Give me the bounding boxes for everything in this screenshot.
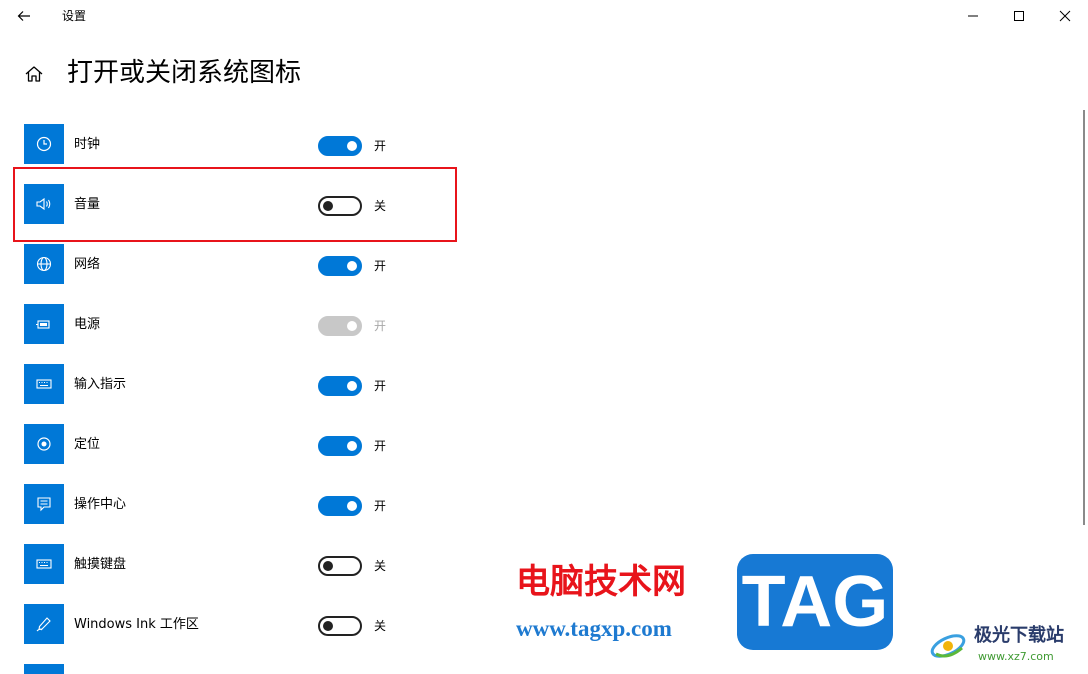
watermark-site-url: www.tagxp.com — [516, 616, 672, 641]
setting-label: 触摸键盘 — [74, 557, 127, 572]
setting-label: 定位 — [74, 437, 101, 452]
toggle-state-text: 开 — [374, 379, 387, 393]
home-button[interactable] — [22, 62, 46, 86]
toggle-knob — [323, 621, 333, 631]
maximize-icon — [1014, 11, 1024, 21]
keyboard-icon — [24, 364, 64, 404]
toggle-knob — [323, 561, 333, 571]
toggle-knob — [347, 141, 357, 151]
arrow-left-icon — [17, 11, 30, 21]
windows-ink-toggle[interactable] — [318, 616, 362, 636]
partial-setting-tile — [24, 664, 64, 674]
close-button[interactable] — [1042, 0, 1088, 32]
watermark-site-name: 电脑技术网 — [516, 562, 686, 602]
page-title: 打开或关闭系统图标 — [67, 58, 302, 88]
home-icon — [25, 66, 43, 82]
toggle-state-text: 开 — [374, 439, 387, 453]
minimize-button[interactable] — [950, 0, 996, 32]
keyboard-icon — [24, 544, 64, 584]
action-center-icon — [24, 484, 64, 524]
toggle-knob — [347, 321, 357, 331]
toggle-state-text: 开 — [374, 139, 387, 153]
power-toggle[interactable] — [318, 316, 362, 336]
watermark-tag-logo: TAG — [737, 554, 893, 650]
setting-label: 电源 — [74, 317, 101, 332]
setting-row-location: 定位 开 — [0, 416, 460, 476]
brand-watermark: 极光下载站 www.xz7.com — [926, 620, 1086, 672]
setting-label: Windows Ink 工作区 — [74, 617, 199, 632]
globe-icon — [24, 244, 64, 284]
action-center-toggle[interactable] — [318, 496, 362, 516]
toggle-knob — [347, 441, 357, 451]
battery-icon — [24, 304, 64, 344]
setting-row-touch-keyboard: 触摸键盘 关 — [0, 536, 460, 596]
toggle-state-text: 开 — [374, 499, 387, 513]
brand-name: 极光下载站 — [974, 625, 1064, 646]
toggle-state-text: 关 — [374, 619, 387, 633]
toggle-state-text: 开 — [374, 319, 387, 333]
location-toggle[interactable] — [318, 436, 362, 456]
setting-label: 时钟 — [74, 137, 101, 152]
touch-keyboard-toggle[interactable] — [318, 556, 362, 576]
maximize-button[interactable] — [996, 0, 1042, 32]
clock-toggle[interactable] — [318, 136, 362, 156]
scrollbar[interactable] — [1083, 110, 1085, 525]
toggle-knob — [347, 381, 357, 391]
setting-row-windows-ink: Windows Ink 工作区 关 — [0, 596, 460, 656]
toggle-knob — [347, 501, 357, 511]
close-icon — [1059, 10, 1071, 22]
minimize-icon — [968, 15, 978, 17]
title-bar: 设置 — [0, 0, 1088, 32]
network-toggle[interactable] — [318, 256, 362, 276]
back-button[interactable] — [10, 4, 38, 28]
toggle-knob — [347, 261, 357, 271]
aurora-logo-icon — [930, 634, 966, 658]
setting-label: 操作中心 — [74, 497, 127, 512]
setting-label: 网络 — [74, 257, 101, 272]
toggle-state-text: 开 — [374, 259, 387, 273]
setting-row-network: 网络 开 — [0, 236, 460, 296]
clock-icon — [24, 124, 64, 164]
setting-row-power: 电源 开 — [0, 296, 460, 356]
location-icon — [24, 424, 64, 464]
toggle-state-text: 关 — [374, 559, 387, 573]
input-indicator-toggle[interactable] — [318, 376, 362, 396]
setting-label: 输入指示 — [74, 377, 127, 392]
setting-row-input-indicator: 输入指示 开 — [0, 356, 460, 416]
highlight-annotation-box — [13, 167, 457, 242]
brand-url: www.xz7.com — [978, 650, 1054, 663]
app-title: 设置 — [62, 9, 87, 23]
setting-row-action-center: 操作中心 开 — [0, 476, 460, 536]
pen-icon — [24, 604, 64, 644]
